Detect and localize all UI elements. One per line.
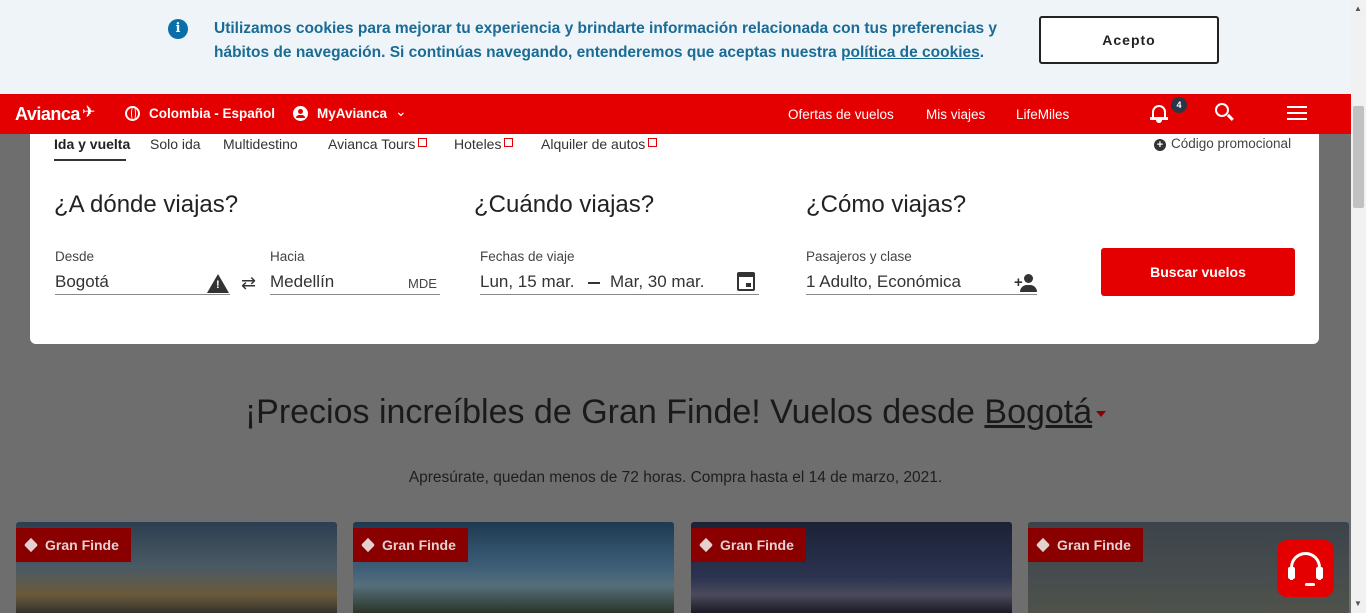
flight-search-panel: Ida y vuelta Solo ida Multidestino Avian…	[30, 134, 1319, 344]
tag-icon	[360, 537, 376, 553]
to-field[interactable]: Medellín	[270, 272, 334, 292]
support-chat-button[interactable]	[1277, 540, 1334, 597]
nav-my-trips[interactable]: Mis viajes	[926, 107, 985, 122]
swap-icon[interactable]: ⇄	[241, 273, 256, 294]
caret-down-icon[interactable]	[1096, 411, 1107, 418]
tag-icon	[698, 537, 714, 553]
chevron-down-icon[interactable]: ⌄	[395, 103, 407, 120]
return-date-field[interactable]: Mar, 30 mar.	[610, 272, 704, 292]
bird-icon: ✈	[82, 104, 96, 121]
avianca-logo[interactable]: Avianca	[15, 104, 80, 125]
page-scrollbar[interactable]: ▲ ▼	[1351, 0, 1366, 613]
user-icon	[293, 106, 308, 121]
active-tab-indicator	[54, 159, 126, 161]
deal-tag: Gran Finde	[16, 528, 131, 562]
tab-multi-city[interactable]: Multidestino	[223, 136, 298, 152]
passengers-field[interactable]: 1 Adulto, Económica	[806, 272, 961, 292]
tab-avianca-tours[interactable]: Avianca Tours	[328, 136, 428, 152]
nav-flight-deals[interactable]: Ofertas de vuelos	[788, 107, 894, 122]
tag-icon	[1035, 537, 1051, 553]
to-label: Hacia	[270, 249, 305, 264]
deal-tag: Gran Finde	[691, 528, 806, 562]
globe-icon	[125, 106, 140, 121]
country-language-selector[interactable]: Colombia - Español	[149, 106, 275, 121]
origin-city-selector[interactable]: Bogotá	[984, 393, 1092, 431]
top-navbar: Avianca ✈ Colombia - Español MyAvianca ⌄…	[0, 94, 1351, 134]
external-link-icon	[504, 138, 514, 147]
search-flights-button[interactable]: Buscar vuelos	[1101, 248, 1295, 296]
cookie-banner: i Utilizamos cookies para mejorar tu exp…	[0, 0, 1351, 94]
warning-icon	[207, 274, 229, 293]
plus-circle-icon: +	[1154, 139, 1166, 151]
passengers-label: Pasajeros y clase	[806, 249, 912, 264]
how-title: ¿Cómo viajas?	[806, 191, 967, 218]
where-title: ¿A dónde viajas?	[54, 191, 239, 218]
deals-title-text: ¡Precios increíbles de Gran Finde! Vuelo…	[244, 393, 985, 431]
scroll-up-icon[interactable]: ▲	[1354, 4, 1362, 13]
calendar-icon[interactable]	[737, 272, 755, 291]
tab-one-way[interactable]: Solo ida	[150, 136, 201, 152]
deal-card[interactable]: Gran Finde	[353, 522, 674, 613]
deals-title: ¡Precios increíbles de Gran Finde! Vuelo…	[0, 393, 1351, 432]
promo-code-link[interactable]: + Código promocional	[1154, 136, 1291, 151]
deal-card[interactable]: Gran Finde	[16, 522, 337, 613]
deal-tag: Gran Finde	[1028, 528, 1143, 562]
departure-date-field[interactable]: Lun, 15 mar.	[480, 272, 575, 292]
tag-icon	[23, 537, 39, 553]
hamburger-menu-icon[interactable]	[1287, 106, 1307, 120]
nav-lifemiles[interactable]: LifeMiles	[1016, 107, 1069, 122]
external-link-icon	[418, 138, 428, 147]
from-label: Desde	[55, 249, 95, 264]
search-icon[interactable]	[1215, 103, 1229, 117]
tab-hotels[interactable]: Hoteles	[454, 136, 514, 152]
scrollbar-thumb[interactable]	[1353, 106, 1364, 208]
airport-code: MDE	[408, 276, 437, 291]
tab-car-rental[interactable]: Alquiler de autos	[541, 136, 658, 152]
cookie-message: Utilizamos cookies para mejorar tu exper…	[214, 20, 998, 61]
notification-badge: 4	[1171, 97, 1187, 113]
add-person-icon: +	[1014, 274, 1040, 292]
deals-subtitle: Apresúrate, quedan menos de 72 horas. Co…	[408, 469, 943, 486]
when-title: ¿Cuándo viajas?	[474, 191, 655, 218]
info-icon: i	[168, 19, 188, 39]
tab-round-trip[interactable]: Ida y vuelta	[54, 136, 130, 152]
external-link-icon	[648, 138, 658, 147]
deal-card[interactable]: Gran Finde	[691, 522, 1012, 613]
cookie-policy-link[interactable]: política de cookies	[841, 44, 980, 61]
dates-label: Fechas de viaje	[480, 249, 575, 264]
bell-icon[interactable]	[1150, 102, 1168, 124]
scroll-down-icon[interactable]: ▼	[1354, 599, 1362, 608]
accept-cookies-button[interactable]: Acepto	[1039, 16, 1219, 64]
from-field[interactable]: Bogotá	[55, 272, 109, 292]
deal-tag: Gran Finde	[353, 528, 468, 562]
date-separator	[588, 282, 600, 284]
myavianca-menu[interactable]: MyAvianca	[317, 106, 387, 121]
